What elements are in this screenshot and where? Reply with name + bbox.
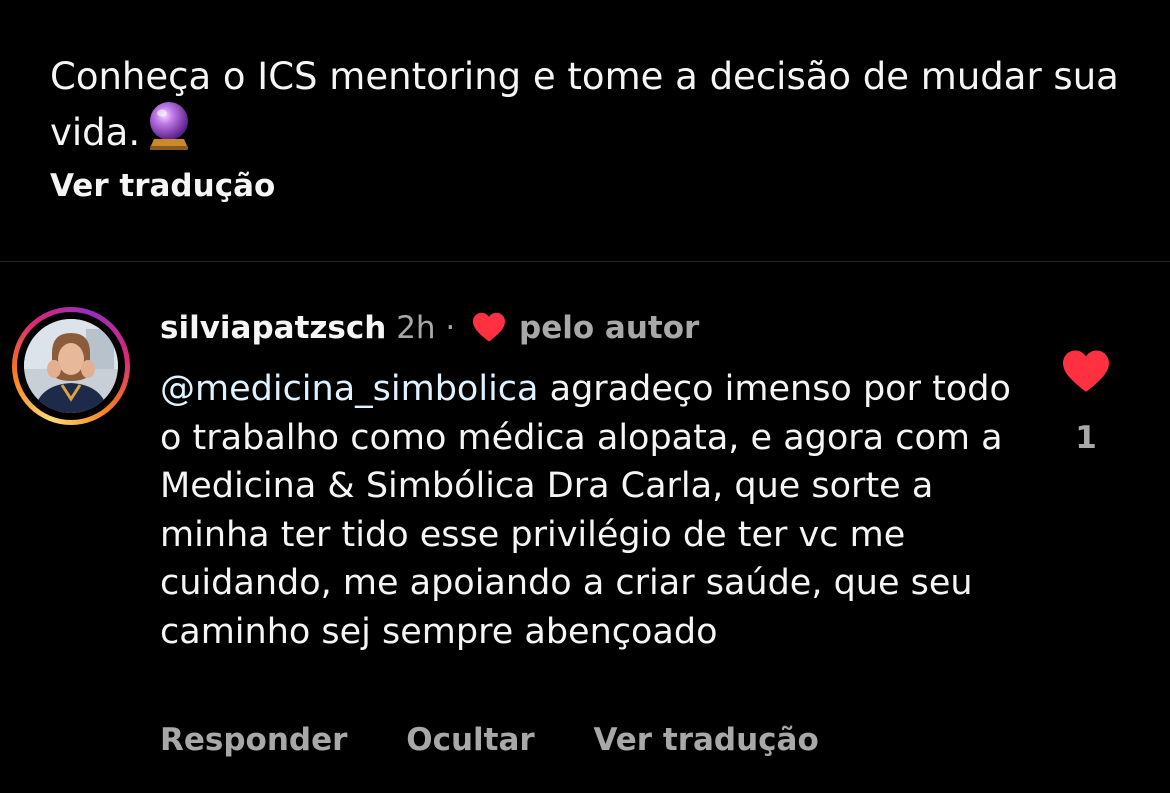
comment-mention[interactable]: @medicina_simbolica [160, 369, 539, 409]
like-count[interactable]: 1 [1060, 420, 1112, 456]
post-caption: Conheça o ICS mentoring e tome a decisão… [50, 52, 1130, 163]
comment-meta: silviapatzsch 2h · pelo autor [160, 308, 699, 353]
like-heart-icon[interactable] [1060, 348, 1112, 394]
crystal-ball-icon [146, 101, 192, 163]
comment-username[interactable]: silviapatzsch [160, 310, 386, 346]
liked-by-author-label: pelo autor [519, 310, 700, 346]
author-liked-heart-icon [471, 311, 507, 353]
reply-button[interactable]: Responder [160, 722, 347, 758]
meta-separator: · [445, 310, 456, 346]
comment-body: @medicina_simbolica agradeço imenso por … [160, 365, 1040, 656]
comment-text: agradeço imenso por todo o trabalho como… [160, 369, 1011, 652]
comment-actions: Responder Ocultar Ver tradução [160, 722, 867, 758]
divider [0, 261, 1170, 262]
comment-time: 2h [396, 310, 436, 346]
caption-text: Conheça o ICS mentoring e tome a decisão… [50, 55, 1119, 154]
translate-button[interactable]: Ver tradução [593, 722, 818, 758]
avatar[interactable] [12, 307, 130, 425]
avatar-photo [24, 319, 118, 413]
caption-translate-link[interactable]: Ver tradução [50, 168, 275, 204]
hide-button[interactable]: Ocultar [406, 722, 534, 758]
